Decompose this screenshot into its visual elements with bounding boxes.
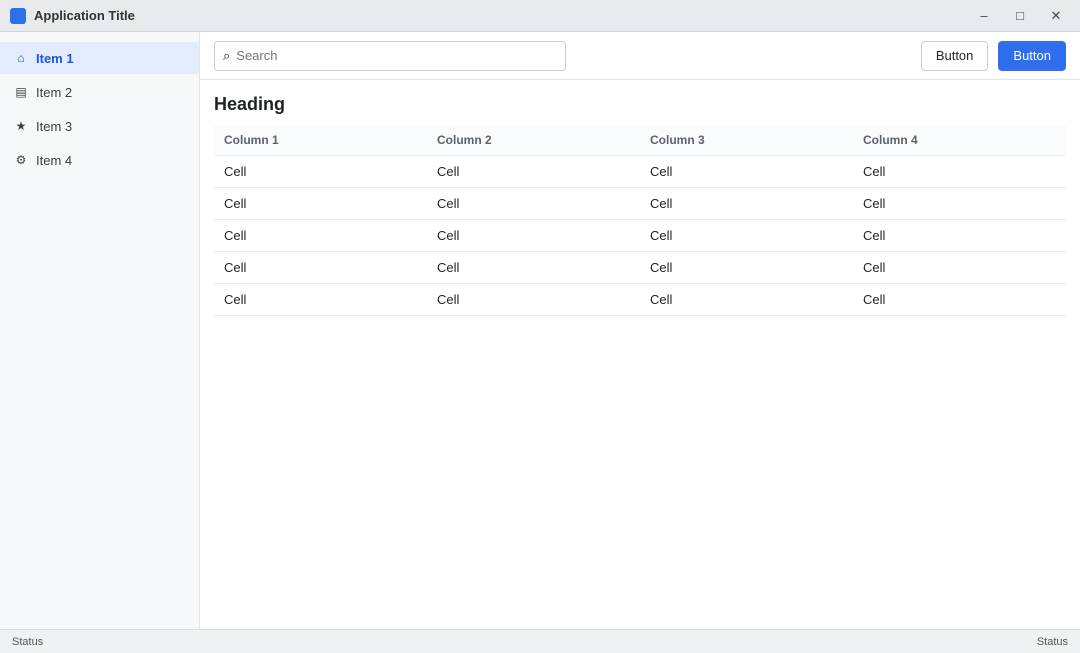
table-row[interactable]: Cell Cell Cell Cell	[214, 219, 1066, 252]
sidebar-item[interactable]: ⌂ Item 1	[0, 42, 199, 74]
table-cell: Cell	[427, 251, 640, 284]
table-row[interactable]: Cell Cell Cell Cell	[214, 187, 1066, 220]
window-body: ⌂ Item 1 ▤ Item 2 ★ Item 3 ⚙ Item 4 ⌕ Se…	[0, 32, 1080, 629]
primary-button[interactable]: Button	[998, 40, 1066, 71]
sidebar-item[interactable]: ⚙ Item 4	[0, 144, 199, 176]
page-title: Heading	[214, 94, 286, 114]
table-cell: Cell	[853, 187, 1066, 220]
app-icon	[10, 7, 26, 24]
table-cell: Cell	[427, 219, 640, 252]
sidebar-item-label: Item 1	[36, 50, 74, 66]
gear-icon: ⚙	[15, 153, 27, 167]
search-icon: ⌕	[223, 47, 231, 63]
main-panel: ⌕ Button Button Heading Column 1 Column …	[200, 32, 1080, 629]
table-cell: Cell	[640, 219, 853, 252]
home-icon: ⌂	[17, 51, 25, 65]
content-area: Heading Column 1 Column 2 Column 3 Colum…	[200, 80, 1080, 629]
status-text-left: Status	[12, 635, 44, 648]
search-box[interactable]: ⌕	[214, 40, 567, 71]
table-header-row: Column 1 Column 2 Column 3 Column 4	[214, 125, 1066, 156]
column-header[interactable]: Column 1	[214, 125, 427, 156]
table-cell: Cell	[853, 219, 1066, 252]
minimize-button[interactable]: –	[970, 5, 998, 27]
table-cell: Cell	[640, 283, 853, 316]
window-title: Application Title	[34, 8, 135, 23]
table-row[interactable]: Cell Cell Cell Cell	[214, 283, 1066, 316]
table-cell: Cell	[214, 251, 427, 284]
table-row[interactable]: Cell Cell Cell Cell	[214, 155, 1066, 188]
table-cell: Cell	[853, 251, 1066, 284]
title-bar[interactable]: Application Title – □ ✕	[0, 0, 1080, 32]
table-cell: Cell	[853, 283, 1066, 316]
sidebar-item-label: Item 3	[36, 118, 73, 134]
sidebar: ⌂ Item 1 ▤ Item 2 ★ Item 3 ⚙ Item 4	[0, 32, 200, 629]
toolbar: ⌕ Button Button	[200, 32, 1080, 80]
table-cell: Cell	[853, 155, 1066, 188]
star-icon: ★	[15, 119, 27, 133]
status-bar: Status Status	[0, 629, 1080, 653]
table-cell: Cell	[214, 219, 427, 252]
close-button[interactable]: ✕	[1042, 5, 1070, 27]
table-cell: Cell	[640, 251, 853, 284]
column-header[interactable]: Column 3	[640, 125, 853, 156]
column-header[interactable]: Column 2	[427, 125, 640, 156]
search-input[interactable]	[236, 48, 558, 63]
maximize-button[interactable]: □	[1006, 5, 1034, 27]
table-row[interactable]: Cell Cell Cell Cell	[214, 251, 1066, 284]
sidebar-item-label: Item 4	[36, 152, 73, 168]
app-window: Application Title – □ ✕ ⌂ Item 1 ▤ Item …	[0, 0, 1080, 653]
sidebar-item[interactable]: ★ Item 3	[0, 110, 199, 142]
column-header[interactable]: Column 4	[853, 125, 1066, 156]
table-cell: Cell	[640, 155, 853, 188]
secondary-button[interactable]: Button	[920, 40, 989, 71]
table-cell: Cell	[640, 187, 853, 220]
sidebar-item[interactable]: ▤ Item 2	[0, 76, 199, 108]
folder-icon: ▤	[15, 85, 27, 99]
table-cell: Cell	[427, 155, 640, 188]
table-cell: Cell	[214, 155, 427, 188]
status-text-right: Status	[1036, 635, 1068, 648]
table-cell: Cell	[427, 187, 640, 220]
table-cell: Cell	[427, 283, 640, 316]
table-cell: Cell	[214, 187, 427, 220]
data-table: Column 1 Column 2 Column 3 Column 4 Cell…	[214, 125, 1066, 316]
table-cell: Cell	[214, 283, 427, 316]
sidebar-item-label: Item 2	[36, 84, 73, 100]
